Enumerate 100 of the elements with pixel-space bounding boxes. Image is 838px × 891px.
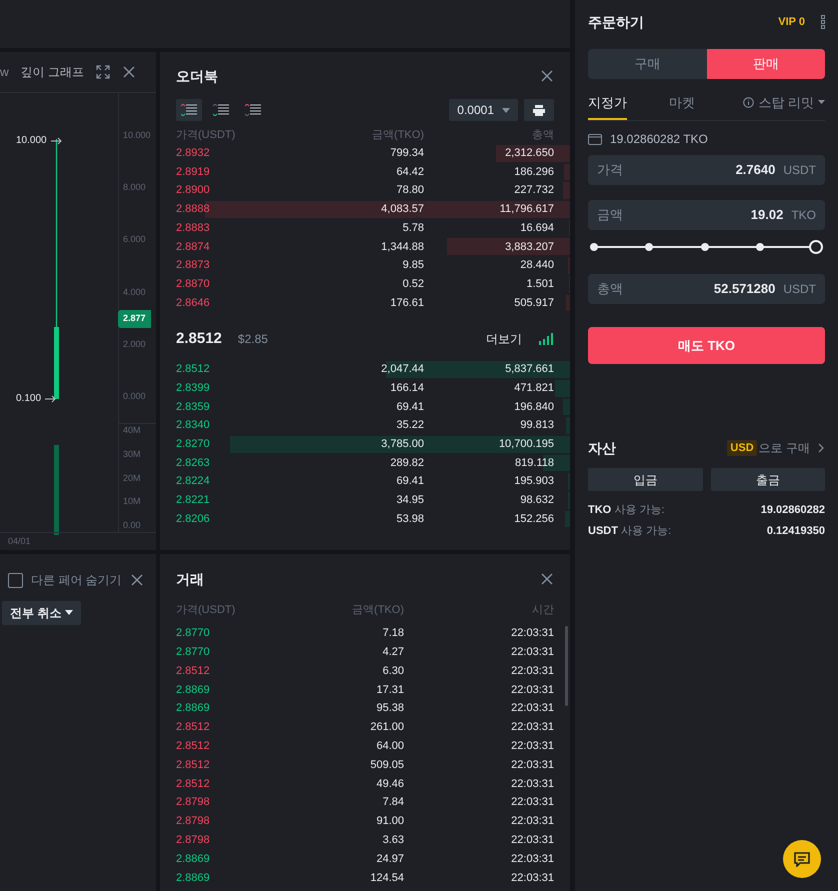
view-toggle[interactable] (176, 99, 202, 121)
caret-icon (502, 108, 510, 112)
amount-cell-text: 124.54 (369, 870, 404, 886)
book-row[interactable]: 2.8873 9.85 28.440 (160, 256, 570, 275)
column-header: 금액(TKO) (351, 602, 404, 618)
currency-badge: USD (727, 440, 757, 456)
amount-cell-text: 509.05 (369, 758, 404, 773)
time-cell-text: 22:03:31 (510, 664, 554, 679)
book-row[interactable]: 2.8221 34.95 98.632 (160, 491, 570, 510)
book-row[interactable]: 2.8206 53.98 152.256 (160, 510, 570, 528)
close-icon[interactable] (122, 65, 136, 79)
deposit-button[interactable]: 입금 (588, 468, 702, 491)
panel-title: 오더북 (176, 66, 218, 86)
caret-icon (65, 610, 74, 616)
amount-cell-text: 49.46 (375, 776, 404, 792)
total-cell-text: 227.732 (513, 183, 554, 198)
amount-cell-text: 4,083.57 (380, 202, 424, 218)
book-row[interactable]: 2.8646 176.61 505.917 (160, 294, 570, 312)
price-cell-text: 2.8919 (176, 164, 211, 180)
price-cell-text: 2.8512 (176, 738, 211, 754)
scrollbar[interactable] (565, 626, 568, 706)
book-row[interactable]: 2.8919 64.42 186.296 (160, 162, 570, 182)
book-row[interactable]: 2.8340 35.22 99.813 (160, 416, 570, 435)
book-row[interactable]: 2.8900 78.80 227.732 (160, 181, 570, 200)
signal-bars-icon (538, 333, 554, 346)
axis-label: 30M (123, 450, 142, 459)
total-cell-text: 186.296 (513, 164, 554, 180)
amount-slider[interactable] (590, 238, 823, 256)
time-cell-text: 22:03:31 (510, 832, 554, 848)
book-row[interactable]: 2.8270 3,785.00 10,700.195 (160, 434, 570, 454)
precision-dropdown[interactable]: 0.0001 (449, 99, 518, 121)
book-row[interactable]: 2.8932 799.34 2,312.650 (160, 144, 570, 163)
order-type-tab[interactable]: 스탑 리밋 (743, 87, 825, 120)
side-tab[interactable]: 구매 (588, 49, 706, 79)
vip-level-label: VIP 0 (778, 14, 805, 30)
price-cell-text: 2.8869 (176, 701, 211, 716)
price-cell-text: 2.8874 (176, 240, 211, 255)
panel-title: 주문하기 (588, 12, 645, 32)
book-row[interactable]: 2.8224 69.41 195.903 (160, 472, 570, 491)
book-row[interactable]: 2.8883 5.78 16.694 (160, 218, 570, 238)
book-row[interactable]: 2.8870 0.52 1.501 (160, 274, 570, 294)
input-field[interactable]: 금액 19.02 TKO (588, 200, 825, 230)
price-cell-text: 2.8883 (176, 220, 211, 236)
amount-cell-text: 1,344.88 (380, 240, 424, 255)
close-icon[interactable] (130, 573, 144, 587)
balance-label: USDT 사용 가능: (588, 524, 672, 540)
price-cell-text: 2.8869 (176, 852, 211, 867)
list-view-icon (245, 104, 261, 116)
side-tab[interactable]: 판매 (706, 49, 825, 79)
amount-cell-text: 17.31 (375, 682, 404, 698)
arrow-icon (45, 394, 58, 402)
price-cell-text: 2.8798 (176, 832, 211, 848)
close-icon[interactable] (540, 572, 554, 586)
section-title: 자산 (588, 438, 617, 458)
time-cell-text: 22:03:31 (510, 701, 554, 716)
axis-label: 4.000 (123, 288, 147, 297)
amount-cell-text: 2,047.44 (380, 362, 424, 378)
more-options-icon[interactable] (821, 15, 825, 29)
settings-button[interactable] (524, 99, 554, 121)
price-cell-text: 2.8512 (176, 720, 211, 736)
book-row[interactable]: 2.8263 289.82 819.118 (160, 454, 570, 472)
more-link[interactable]: 더보기 (486, 330, 522, 348)
book-row[interactable]: 2.8874 1,344.88 3,883.207 (160, 237, 570, 256)
withdraw-button[interactable]: 출금 (710, 468, 825, 491)
total-field[interactable]: 총액 52.571280 USDT (588, 274, 825, 304)
sell-button[interactable]: 매도 TKO (588, 327, 825, 364)
book-row[interactable]: 2.8359 69.41 196.840 (160, 398, 570, 416)
book-row[interactable]: 2.8512 2,047.44 5,837.661 (160, 360, 570, 379)
list-view-icon (213, 104, 229, 116)
price-cell-text: 2.8512 (176, 664, 211, 679)
time-cell-text: 22:03:31 (510, 738, 554, 754)
book-row[interactable]: 2.8399 166.14 471.821 (160, 378, 570, 398)
expand-icon[interactable] (96, 65, 110, 79)
amount-cell-text: 35.22 (395, 418, 424, 434)
price-cell-text: 2.8869 (176, 870, 211, 886)
slider-thumb[interactable] (809, 240, 823, 254)
book-row[interactable]: 2.8888 4,083.57 11,796.617 (160, 200, 570, 219)
input-field[interactable]: 가격 2.7640 USDT (588, 155, 825, 185)
amount-cell-text: 176.61 (389, 296, 424, 311)
close-icon[interactable] (540, 69, 554, 83)
price-cell-text: 2.8888 (176, 202, 211, 218)
total-cell-text: 152.256 (513, 512, 554, 527)
amount-cell-text: 3.63 (382, 832, 404, 848)
order-type-tab[interactable]: 마켓 (669, 87, 695, 120)
order-type-tab[interactable]: 지정가 (588, 87, 627, 120)
price-cell-text: 2.8512 (176, 362, 211, 378)
time-cell-text: 22:03:31 (510, 720, 554, 736)
price-cell-text: 2.8770 (176, 626, 211, 642)
amount-cell-text: 4.27 (382, 644, 404, 660)
column-header: 시간 (531, 602, 554, 618)
buy-with-usd-link[interactable]: USD 으로 구매 (727, 439, 825, 457)
balance-value: 19.02860282 (760, 503, 825, 518)
total-cell-text: 2,312.650 (504, 146, 554, 162)
chat-button[interactable] (783, 840, 821, 878)
cancel-all-dropdown[interactable]: 전부 취소 (2, 601, 82, 625)
axis-label: 6.000 (123, 235, 147, 244)
balance-value: 0.12419350 (766, 524, 825, 540)
checkbox[interactable] (8, 572, 23, 588)
column-header: 가격(USDT) (176, 128, 236, 143)
total-cell-text: 3,883.207 (504, 240, 554, 255)
